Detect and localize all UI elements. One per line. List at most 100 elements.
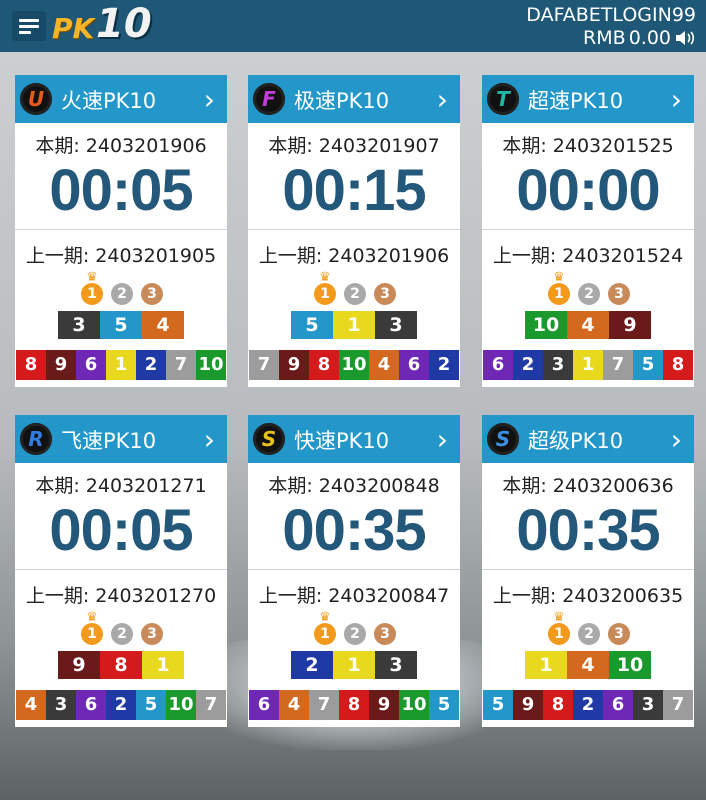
top-three-medals: ♛ 1 2 3: [482, 271, 694, 307]
result-ball: 8: [100, 651, 142, 679]
logo-ten: 10: [96, 1, 152, 47]
speaker-icon[interactable]: [674, 29, 696, 47]
rank-3-medal-icon: 3: [608, 623, 630, 645]
remaining-results: 7 9 8 10 4 6 2: [249, 350, 459, 380]
result-ball: 10: [339, 350, 369, 380]
current-period: 本期: 2403201906: [35, 135, 207, 157]
countdown-timer: 00:35: [282, 498, 426, 563]
top-three-medals: ♛ 1 2 3: [15, 271, 227, 307]
result-ball: 5: [483, 690, 513, 720]
divider: [248, 569, 460, 570]
lottery-card[interactable]: F 极速PK10 › 本期: 2403201907 00:15 上一期: 240…: [248, 75, 460, 387]
card-header[interactable]: S 快速PK10 ›: [248, 415, 460, 463]
chevron-right-icon[interactable]: ›: [204, 423, 215, 456]
top-bar: PK 10 DAFABETLOGIN99 RMB 0.00: [0, 0, 706, 52]
rank-3-medal-icon: 3: [141, 283, 163, 305]
rank-1-medal-icon: ♛ 1: [81, 611, 103, 645]
result-ball: 4: [142, 311, 184, 339]
card-header[interactable]: T 超速PK10 ›: [482, 75, 694, 123]
remaining-results: 8 9 6 1 2 7 10: [16, 350, 226, 380]
top-three-medals: ♛ 1 2 3: [482, 611, 694, 647]
result-ball: 6: [483, 350, 513, 380]
chevron-right-icon[interactable]: ›: [437, 423, 448, 456]
chevron-right-icon[interactable]: ›: [671, 83, 682, 116]
result-ball: 5: [100, 311, 142, 339]
rank-1-medal-icon: ♛ 1: [548, 271, 570, 305]
result-ball: 9: [58, 651, 100, 679]
countdown-timer: 00:15: [282, 158, 426, 223]
previous-period: 上一期: 2403200635: [492, 585, 684, 607]
top-three-medals: ♛ 1 2 3: [15, 611, 227, 647]
result-ball: 6: [76, 350, 106, 380]
rank-3-medal-icon: 3: [374, 283, 396, 305]
result-ball: 3: [633, 690, 663, 720]
lottery-card[interactable]: S 快速PK10 › 本期: 2403200848 00:35 上一期: 240…: [248, 415, 460, 727]
result-ball: 9: [513, 690, 543, 720]
result-ball: 4: [567, 311, 609, 339]
remaining-results: 4 3 6 2 5 10 7: [16, 690, 226, 720]
result-ball: 7: [663, 690, 693, 720]
result-ball: 10: [196, 350, 226, 380]
game-logo-icon: S: [253, 423, 285, 455]
lottery-card[interactable]: U 火速PK10 › 本期: 2403201906 00:05 上一期: 240…: [15, 75, 227, 387]
balance-value: 0.00: [628, 27, 671, 49]
chevron-right-icon[interactable]: ›: [671, 423, 682, 456]
card-header[interactable]: U 火速PK10 ›: [15, 75, 227, 123]
countdown-timer: 00:05: [49, 158, 193, 223]
chevron-right-icon[interactable]: ›: [437, 83, 448, 116]
top-three-medals: ♛ 1 2 3: [248, 611, 460, 647]
current-period: 本期: 2403200636: [502, 475, 674, 497]
game-logo-icon: T: [487, 83, 519, 115]
result-ball: 6: [399, 350, 429, 380]
balance-display: RMB 0.00: [583, 27, 696, 49]
menu-icon[interactable]: [12, 11, 46, 41]
result-ball: 9: [279, 350, 309, 380]
chevron-right-icon[interactable]: ›: [204, 83, 215, 116]
game-title: 快速PK10: [294, 429, 390, 453]
result-ball: 7: [249, 350, 279, 380]
previous-period: 上一期: 2403201905: [25, 245, 217, 267]
divider: [482, 229, 694, 230]
rank-2-medal-icon: 2: [344, 283, 366, 305]
result-ball: 9: [369, 690, 399, 720]
result-ball: 3: [543, 350, 573, 380]
lottery-card[interactable]: T 超速PK10 › 本期: 2403201525 00:00 上一期: 240…: [482, 75, 694, 387]
result-ball: 10: [166, 690, 196, 720]
card-header[interactable]: R 飞速PK10 ›: [15, 415, 227, 463]
rank-1-medal-icon: ♛ 1: [548, 611, 570, 645]
current-period: 本期: 2403201525: [502, 135, 674, 157]
countdown-timer: 00:05: [49, 498, 193, 563]
result-ball: 2: [136, 350, 166, 380]
top-three-medals: ♛ 1 2 3: [248, 271, 460, 307]
result-ball: 5: [291, 311, 333, 339]
rank-1-medal-icon: ♛ 1: [81, 271, 103, 305]
top-three-results: 213: [291, 651, 417, 679]
result-ball: 10: [525, 311, 567, 339]
result-ball: 4: [369, 350, 399, 380]
top-three-results: 10 4 9: [525, 311, 651, 339]
rank-2-medal-icon: 2: [578, 623, 600, 645]
top-three-results: 1 4 10: [525, 651, 651, 679]
result-ball: 9: [609, 311, 651, 339]
result-ball: 7: [603, 350, 633, 380]
result-ball: 4: [567, 651, 609, 679]
current-period: 本期: 2403200848: [268, 475, 440, 497]
card-header[interactable]: F 极速PK10 ›: [248, 75, 460, 123]
result-ball: 3: [58, 311, 100, 339]
result-ball: 7: [196, 690, 226, 720]
remaining-results: 6 4 7 8 9 10 5: [249, 690, 459, 720]
previous-period: 上一期: 2403201524: [492, 245, 684, 267]
result-ball: 2: [573, 690, 603, 720]
result-ball: 8: [309, 350, 339, 380]
lottery-card[interactable]: S 超级PK10 › 本期: 2403200636 00:35 上一期: 240…: [482, 415, 694, 727]
result-ball: 3: [375, 311, 417, 339]
currency-label: RMB: [583, 27, 626, 49]
result-ball: 10: [399, 690, 429, 720]
result-ball: 1: [333, 311, 375, 339]
result-ball: 5: [136, 690, 166, 720]
result-ball: 1: [573, 350, 603, 380]
result-ball: 1: [106, 350, 136, 380]
rank-1-medal-icon: ♛ 1: [314, 611, 336, 645]
card-header[interactable]: S 超级PK10 ›: [482, 415, 694, 463]
lottery-card[interactable]: R 飞速PK10 › 本期: 2403201271 00:05 上一期: 240…: [15, 415, 227, 727]
